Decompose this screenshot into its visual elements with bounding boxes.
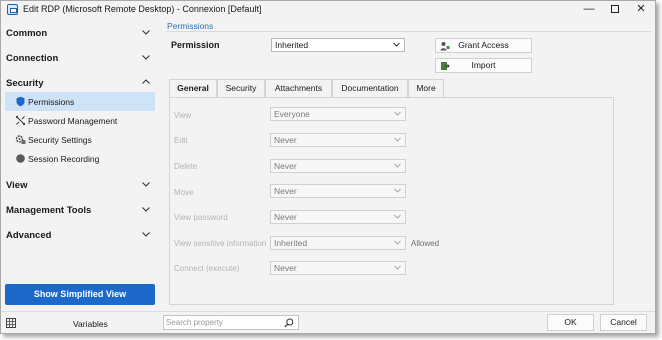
row-label-view-password: View password bbox=[174, 213, 228, 222]
sidebar-item-password-management[interactable]: Password Management bbox=[5, 111, 155, 130]
close-button[interactable]: ✕ bbox=[629, 2, 653, 17]
ok-button[interactable]: OK bbox=[547, 314, 594, 331]
row-label-edit: Edit bbox=[174, 136, 188, 145]
bottom-bar: Variables OK Cancel bbox=[1, 311, 655, 333]
rdp-app-icon bbox=[7, 4, 18, 15]
breadcrumb: Permissions bbox=[167, 21, 214, 31]
tab-general[interactable]: General bbox=[169, 79, 217, 97]
sidebar-item-permissions[interactable]: Permissions bbox=[5, 92, 155, 111]
search-property-input[interactable] bbox=[166, 317, 282, 328]
grant-access-button[interactable]: Grant Access bbox=[435, 38, 532, 53]
view-permission-select[interactable]: Everyone bbox=[270, 107, 406, 121]
search-icon[interactable] bbox=[284, 318, 294, 328]
edit-entry-window: Edit RDP (Microsoft Remote Desktop) - Co… bbox=[0, 0, 656, 334]
general-tab-panel: View Everyone Edit Never Delete Never Mo… bbox=[169, 97, 614, 305]
category-management-tools[interactable]: Management Tools bbox=[1, 199, 159, 221]
main-panel: Permissions Permission Inherited Grant A… bbox=[159, 19, 655, 311]
password-management-icon bbox=[15, 115, 26, 126]
chevron-down-icon bbox=[393, 161, 402, 170]
row-label-connect-execute: Connect (execute) bbox=[174, 264, 240, 273]
view-sensitive-information-value: Inherited bbox=[274, 238, 308, 248]
category-connection[interactable]: Connection bbox=[1, 47, 159, 69]
category-view-label: View bbox=[6, 180, 28, 191]
category-security[interactable]: Security bbox=[1, 72, 159, 94]
view-password-permission-select[interactable]: Never bbox=[270, 210, 406, 224]
category-security-label: Security bbox=[6, 78, 44, 89]
breadcrumb-divider bbox=[167, 31, 651, 32]
delete-permission-select[interactable]: Never bbox=[270, 159, 406, 173]
minimize-button[interactable]: — bbox=[577, 2, 601, 17]
grant-access-label: Grant Access bbox=[458, 40, 509, 50]
chevron-up-icon bbox=[141, 77, 151, 87]
connect-execute-permission-value: Never bbox=[274, 263, 297, 273]
security-settings-icon bbox=[15, 134, 26, 145]
sidebar-item-label: Session Recording bbox=[28, 154, 100, 164]
import-button[interactable]: Import bbox=[435, 58, 532, 73]
view-permission-value: Everyone bbox=[274, 109, 310, 119]
tab-more[interactable]: More bbox=[408, 79, 444, 97]
tab-security[interactable]: Security bbox=[217, 79, 265, 97]
row-label-move: Move bbox=[174, 188, 194, 197]
chevron-down-icon bbox=[393, 263, 402, 272]
record-icon bbox=[15, 153, 26, 164]
edit-permission-value: Never bbox=[274, 135, 297, 145]
shield-icon bbox=[15, 96, 26, 107]
tab-attachments[interactable]: Attachments bbox=[265, 79, 332, 97]
chevron-down-icon bbox=[393, 109, 402, 118]
tab-documentation[interactable]: Documentation bbox=[332, 79, 408, 97]
category-management-tools-label: Management Tools bbox=[6, 205, 92, 216]
delete-permission-value: Never bbox=[274, 161, 297, 171]
sidebar: Common Connection Security Permissions P… bbox=[1, 19, 159, 311]
window-title: Edit RDP (Microsoft Remote Desktop) - Co… bbox=[23, 4, 262, 14]
show-simplified-view-button[interactable]: Show Simplified View bbox=[5, 284, 155, 305]
chevron-down-icon bbox=[393, 135, 402, 144]
category-connection-label: Connection bbox=[6, 53, 59, 64]
chevron-down-icon bbox=[141, 204, 151, 214]
maximize-icon bbox=[611, 5, 619, 13]
sidebar-item-label: Password Management bbox=[28, 116, 118, 126]
inherited-allowed-note: Allowed bbox=[411, 239, 440, 248]
chevron-down-icon bbox=[141, 52, 151, 62]
view-password-permission-value: Never bbox=[274, 212, 297, 222]
sidebar-item-security-settings[interactable]: Security Settings bbox=[5, 130, 155, 149]
variables-button[interactable]: Variables bbox=[73, 319, 108, 329]
chevron-down-icon bbox=[141, 27, 151, 37]
view-sensitive-information-select[interactable]: Inherited bbox=[270, 236, 406, 250]
permission-dropdown[interactable]: Inherited bbox=[271, 38, 405, 52]
cancel-button[interactable]: Cancel bbox=[600, 314, 647, 331]
search-property-box bbox=[163, 315, 299, 330]
import-icon bbox=[440, 61, 450, 71]
variables-grid-icon[interactable] bbox=[6, 318, 16, 328]
category-advanced-label: Advanced bbox=[6, 230, 52, 241]
category-advanced[interactable]: Advanced bbox=[1, 224, 159, 246]
chevron-down-icon bbox=[393, 238, 402, 247]
row-label-view-sensitive-information: View sensitive information bbox=[174, 239, 267, 248]
row-label-view: View bbox=[174, 111, 192, 120]
category-common-label: Common bbox=[6, 28, 48, 39]
title-bar: Edit RDP (Microsoft Remote Desktop) - Co… bbox=[1, 1, 655, 19]
chevron-down-icon bbox=[141, 179, 151, 189]
sidebar-item-session-recording[interactable]: Session Recording bbox=[5, 149, 155, 168]
chevron-down-icon bbox=[141, 229, 151, 239]
import-label: Import bbox=[471, 60, 496, 70]
edit-permission-select[interactable]: Never bbox=[270, 133, 406, 147]
maximize-button[interactable] bbox=[603, 2, 627, 17]
permission-label: Permission bbox=[171, 40, 220, 50]
move-permission-value: Never bbox=[274, 186, 297, 196]
sidebar-item-label: Security Settings bbox=[28, 135, 92, 145]
chevron-down-icon bbox=[392, 40, 401, 49]
sidebar-item-label: Permissions bbox=[28, 97, 75, 107]
category-view[interactable]: View bbox=[1, 174, 159, 196]
move-permission-select[interactable]: Never bbox=[270, 184, 406, 198]
row-label-delete: Delete bbox=[174, 162, 198, 171]
permission-value: Inherited bbox=[275, 40, 309, 50]
chevron-down-icon bbox=[393, 212, 402, 221]
connect-execute-permission-select[interactable]: Never bbox=[270, 261, 406, 275]
category-common[interactable]: Common bbox=[1, 22, 159, 44]
chevron-down-icon bbox=[393, 186, 402, 195]
grant-access-icon bbox=[440, 41, 450, 51]
